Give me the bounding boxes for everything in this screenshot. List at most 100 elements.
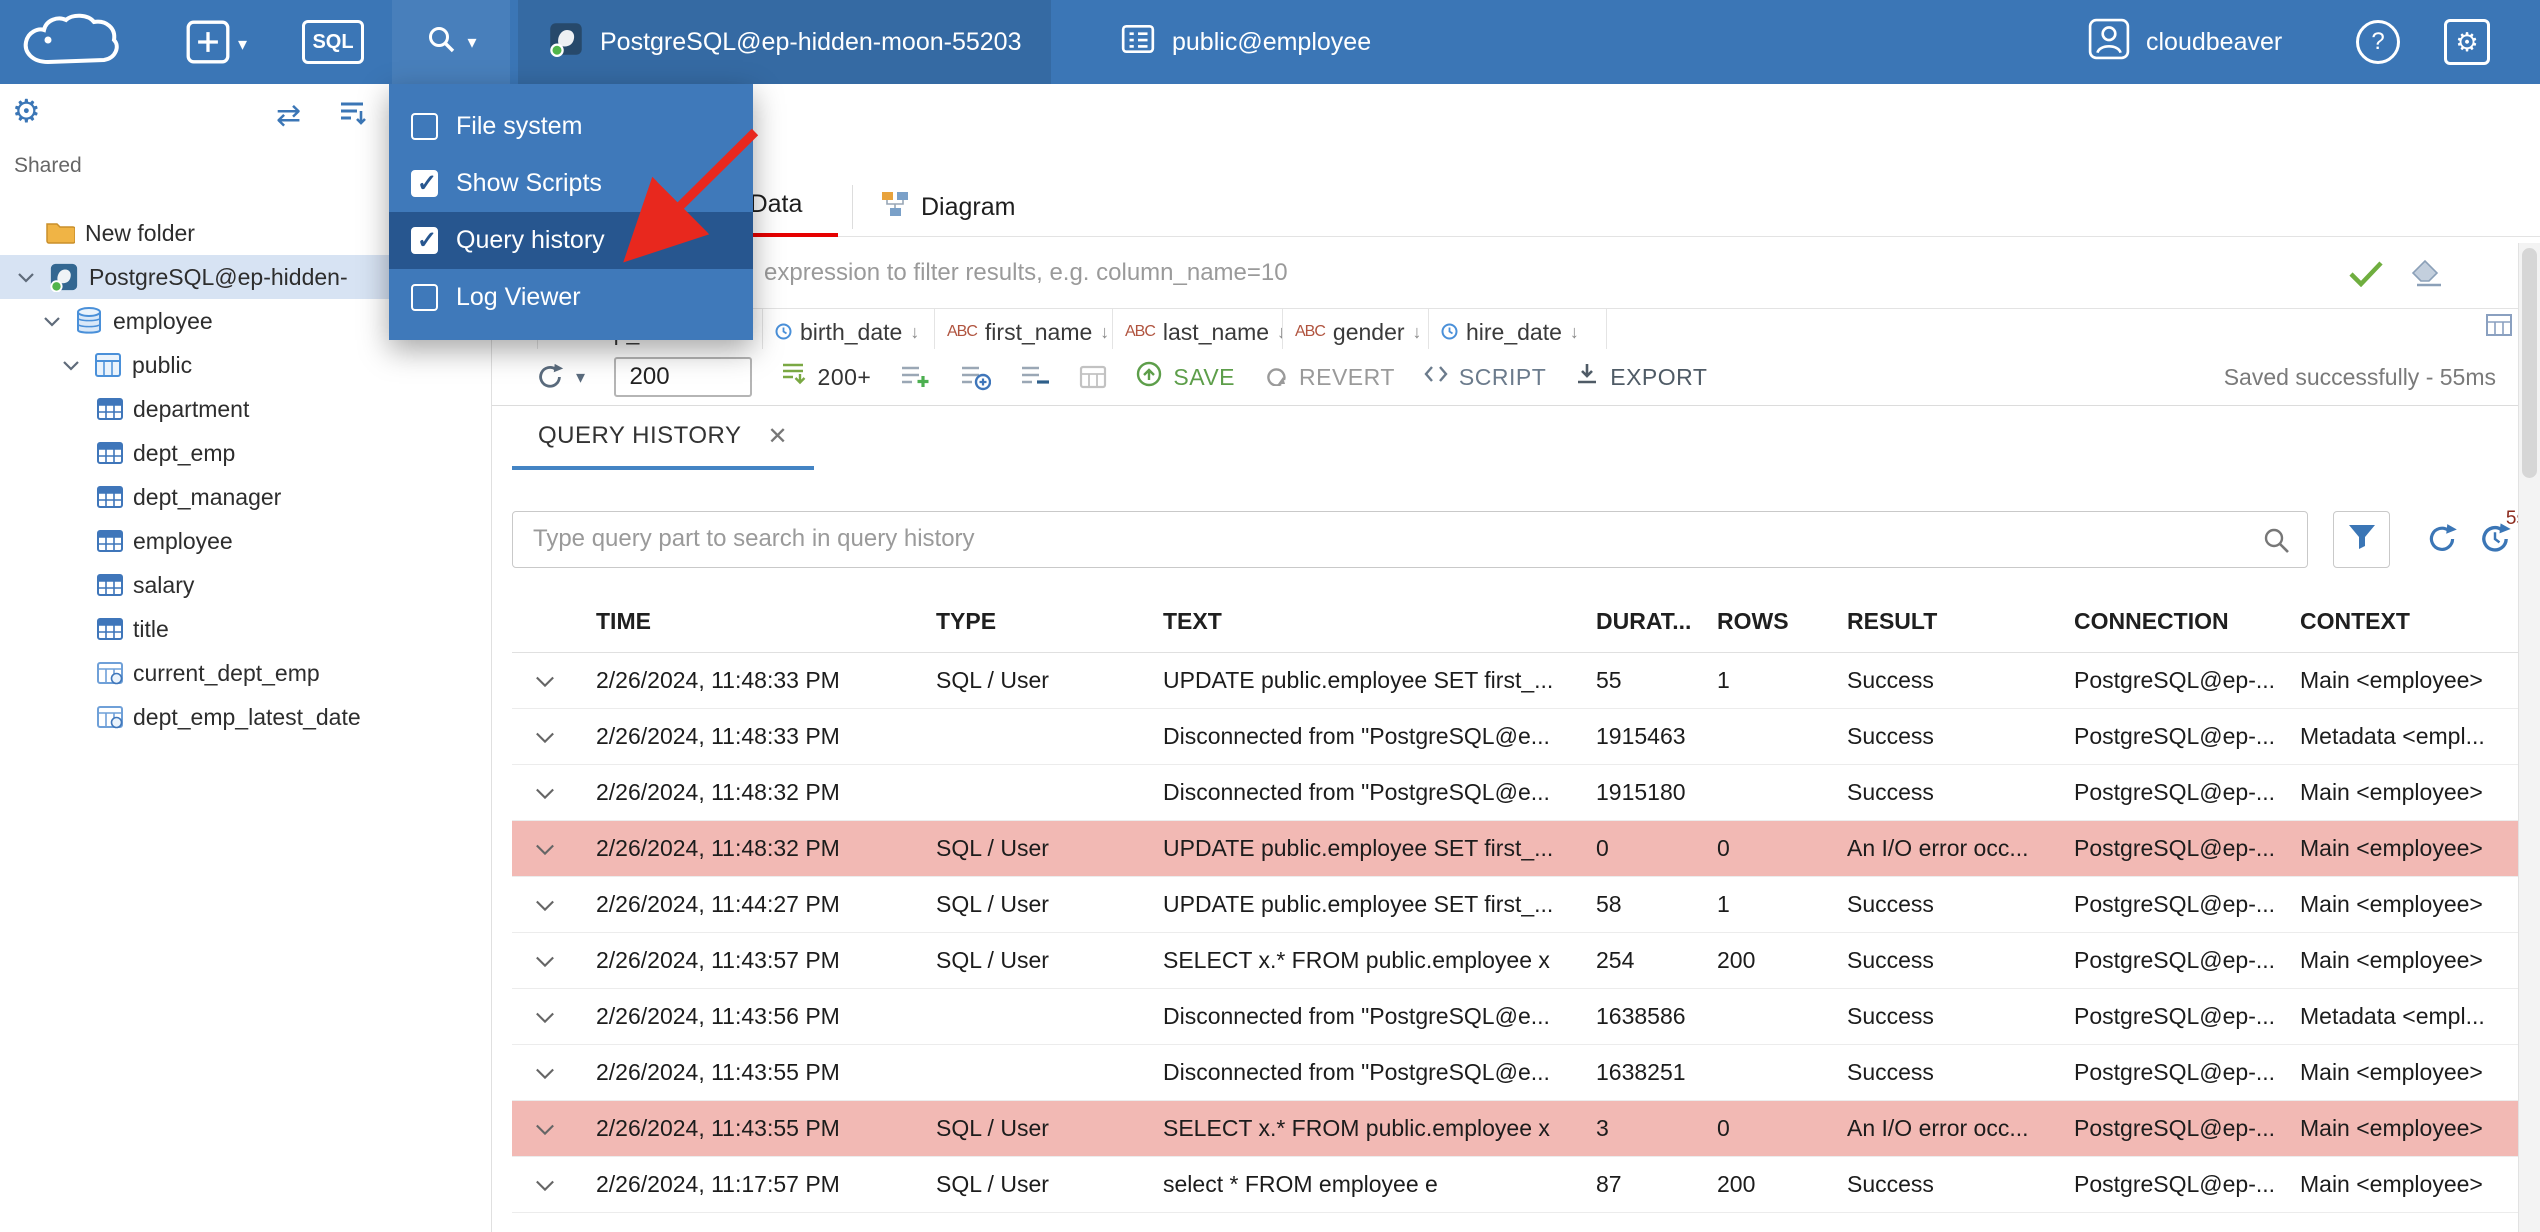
column-header-gender[interactable]: ABC gender ↓: [1283, 309, 1429, 349]
col-context[interactable]: CONTEXT: [2282, 608, 2520, 635]
history-filter-button[interactable]: [2333, 510, 2390, 568]
column-header-first-name[interactable]: ABC first_name ↓: [935, 309, 1113, 349]
tree-item-table[interactable]: employee: [0, 519, 491, 563]
menu-item-log-viewer[interactable]: Log Viewer: [389, 269, 753, 326]
col-text[interactable]: TEXT: [1145, 608, 1578, 635]
expand-row-button[interactable]: [512, 674, 578, 688]
fetch-page-icon: [780, 361, 808, 393]
chevron-down-icon[interactable]: [58, 359, 84, 371]
tree-item-table[interactable]: dept_manager: [0, 475, 491, 519]
col-duration[interactable]: DURAT...: [1578, 608, 1699, 635]
sort-desc-icon[interactable]: ↓: [1570, 309, 1579, 349]
help-button[interactable]: ?: [2356, 20, 2400, 64]
history-row[interactable]: 2/26/2024, 11:48:33 PM Disconnected from…: [512, 709, 2520, 765]
new-connection-button[interactable]: ▾: [186, 20, 247, 69]
tree-item-table[interactable]: title: [0, 607, 491, 651]
result-grid-header: # 123 emp_no ↓ birth_date ↓ ABC first_na…: [492, 309, 2518, 349]
expand-row-button[interactable]: [512, 954, 578, 968]
save-button[interactable]: SAVE: [1135, 360, 1235, 394]
apply-filter-check-icon[interactable]: [2348, 259, 2384, 287]
user-menu[interactable]: cloudbeaver: [2088, 0, 2282, 84]
column-header-birth-date[interactable]: birth_date ↓: [763, 309, 935, 349]
table-icon: [97, 573, 123, 597]
column-header-last-name[interactable]: ABC last_name ↓: [1113, 309, 1283, 349]
tab-diagram[interactable]: Diagram: [852, 185, 1043, 229]
expand-row-button[interactable]: [512, 842, 578, 856]
history-row-error[interactable]: 2/26/2024, 11:48:32 PM SQL / User UPDATE…: [512, 821, 2520, 877]
tree-item-schema[interactable]: public: [0, 343, 491, 387]
tab-query-history[interactable]: QUERY HISTORY ✕: [512, 406, 815, 470]
auto-refresh-timer-button[interactable]: 5s: [2476, 508, 2526, 558]
sql-editor-button[interactable]: SQL: [302, 20, 364, 64]
sort-desc-icon[interactable]: ↓: [1413, 309, 1422, 349]
vertical-scrollbar[interactable]: [2518, 243, 2540, 1232]
expand-row-button[interactable]: [512, 1066, 578, 1080]
history-row-error[interactable]: 2/26/2024, 11:43:55 PM SQL / User SELECT…: [512, 1101, 2520, 1157]
folder-icon: [45, 220, 75, 246]
checkbox-unchecked-icon[interactable]: [411, 284, 438, 311]
col-connection[interactable]: CONNECTION: [2056, 608, 2282, 635]
expand-row-button[interactable]: [512, 1122, 578, 1136]
settings-button[interactable]: ⚙: [2444, 19, 2490, 65]
tree-item-view[interactable]: dept_emp_latest_date: [0, 695, 491, 739]
history-row[interactable]: 2/26/2024, 11:17:57 PM SQL / User select…: [512, 1157, 2520, 1213]
revert-button[interactable]: REVERT: [1263, 362, 1395, 392]
history-refresh-button[interactable]: [2424, 521, 2460, 557]
delete-row-button[interactable]: [1019, 363, 1051, 391]
tree-item-table[interactable]: dept_emp: [0, 431, 491, 475]
collapse-all-icon[interactable]: [337, 99, 367, 132]
duplicate-row-button[interactable]: [959, 363, 992, 391]
search-icon[interactable]: [2261, 525, 2291, 560]
col-time[interactable]: TIME: [578, 608, 918, 635]
column-header-hire-date[interactable]: hire_date ↓: [1429, 309, 1607, 349]
history-row[interactable]: 2/26/2024, 11:43:57 PM SQL / User SELECT…: [512, 933, 2520, 989]
menu-item-query-history[interactable]: Query history: [389, 212, 753, 269]
scrollbar-thumb[interactable]: [2522, 248, 2537, 478]
history-row[interactable]: 2/26/2024, 11:43:56 PM Disconnected from…: [512, 989, 2520, 1045]
checkbox-checked-icon[interactable]: [411, 226, 438, 255]
history-row[interactable]: 2/26/2024, 11:43:55 PM Disconnected from…: [512, 1045, 2520, 1101]
col-result[interactable]: RESULT: [1829, 608, 2056, 635]
chevron-down-icon[interactable]: [39, 315, 65, 327]
chevron-down-icon[interactable]: [13, 271, 39, 283]
edit-grid-button[interactable]: [1079, 364, 1107, 390]
menu-item-file-system[interactable]: File system: [389, 98, 753, 155]
filter-input[interactable]: expression to filter results, e.g. colum…: [764, 259, 2348, 287]
row-limit-input[interactable]: [613, 357, 752, 397]
expand-row-button[interactable]: [512, 1178, 578, 1192]
expand-row-button[interactable]: [512, 898, 578, 912]
close-icon[interactable]: ✕: [767, 422, 788, 451]
checkbox-unchecked-icon[interactable]: [411, 113, 438, 140]
connection-selector[interactable]: PostgreSQL@ep-hidden-moon-55203: [518, 0, 1052, 84]
refresh-button[interactable]: ▾: [534, 361, 586, 393]
navigator-settings-icon[interactable]: ⚙: [12, 92, 41, 130]
expand-row-button[interactable]: [512, 730, 578, 744]
expand-row-button[interactable]: [512, 786, 578, 800]
table-icon: [97, 529, 123, 553]
add-row-button[interactable]: [899, 363, 931, 391]
tree-item-table[interactable]: department: [0, 387, 491, 431]
checkbox-checked-icon[interactable]: [411, 169, 438, 198]
column-picker-icon[interactable]: [2486, 314, 2512, 341]
history-row[interactable]: 2/26/2024, 11:44:27 PM SQL / User UPDATE…: [512, 877, 2520, 933]
sync-connection-icon[interactable]: ⇄: [276, 98, 301, 133]
data-filter-bar[interactable]: expression to filter results, e.g. colum…: [492, 237, 2540, 309]
clear-filter-eraser-icon[interactable]: [2410, 259, 2444, 287]
search-input[interactable]: [513, 511, 2307, 567]
menu-item-show-scripts[interactable]: Show Scripts: [389, 155, 753, 212]
tree-item-table[interactable]: salary: [0, 563, 491, 607]
col-rows[interactable]: ROWS: [1699, 608, 1829, 635]
history-row[interactable]: 2/26/2024, 11:48:32 PM Disconnected from…: [512, 765, 2520, 821]
sort-desc-icon[interactable]: ↓: [910, 309, 919, 349]
history-row[interactable]: 2/26/2024, 11:48:33 PM SQL / User UPDATE…: [512, 653, 2520, 709]
export-button[interactable]: EXPORT: [1574, 361, 1707, 393]
main-content: Data Diagram expression to filter result…: [492, 84, 2540, 1232]
fetch-next-page-button[interactable]: 200+: [780, 361, 872, 393]
sort-desc-icon[interactable]: ↓: [1100, 309, 1109, 349]
col-type[interactable]: TYPE: [918, 608, 1145, 635]
schema-selector[interactable]: public@employee: [1100, 0, 1391, 84]
expand-row-button[interactable]: [512, 1010, 578, 1024]
tools-menu-button[interactable]: ▾: [392, 0, 510, 84]
tree-item-view[interactable]: current_dept_emp: [0, 651, 491, 695]
script-button[interactable]: SCRIPT: [1423, 362, 1546, 392]
